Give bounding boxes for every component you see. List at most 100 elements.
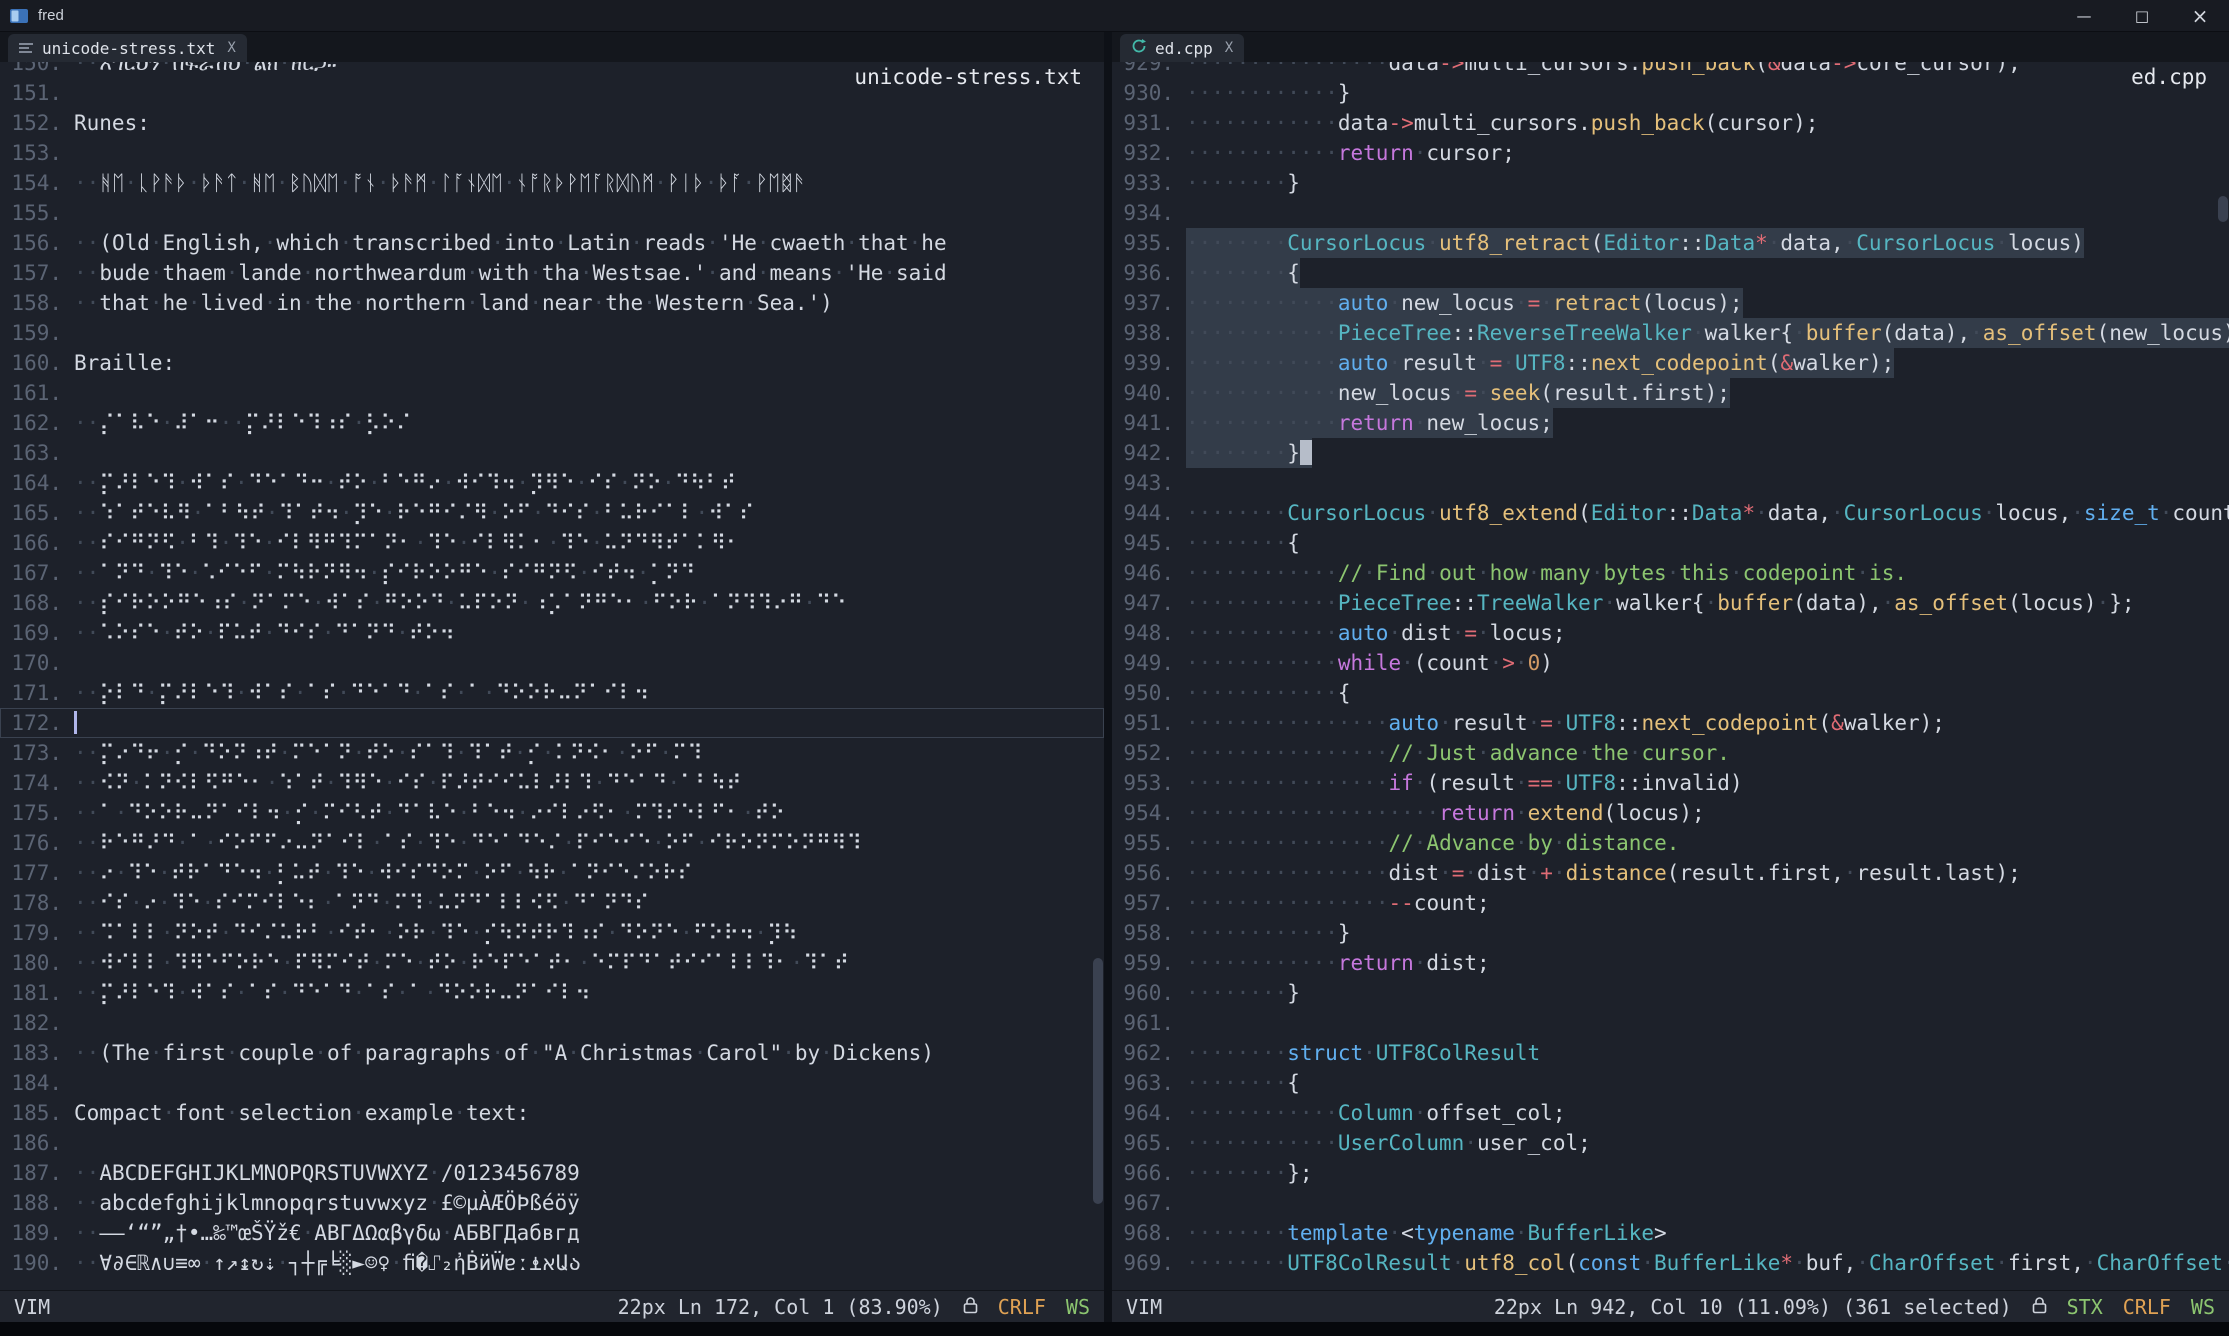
editor-line[interactable]: 958.············} — [1112, 918, 2229, 948]
editor-line[interactable]: 190.··∀∂∈ℝ∧∪≡∞·↑↗↨↻⇣·┐┼╔╘░►☺♀·ﬁ�⑀₂ἠḂӥẄɐː… — [0, 1248, 1104, 1278]
pane-divider[interactable] — [1104, 32, 1112, 1322]
editor-line[interactable]: 179.··⠩⠁⠇⠇·⠝⠕⠞·⠙⠊⠌⠥⠗⠃·⠊⠞⠂·⠕⠗·⠹⠑·⡊⠳⠝⠞⠗⠹⠰⠎… — [0, 918, 1104, 948]
line-number[interactable]: 179. — [6, 918, 62, 948]
line-number[interactable]: 173. — [6, 738, 62, 768]
editor-line[interactable]: 175.··⠁·⠙⠕⠕⠗⠤⠝⠁⠊⠇⠲·⡊·⠍⠊⠣⠞·⠙⠁⠧⠑·⠃⠑⠲·⠔⠊⠇⠔⠫… — [0, 798, 1104, 828]
editor-line[interactable]: 189.··–—‘“”„†•…‰™œŠŸž€·ΑΒΓΔΩαβγδω·АБВГДа… — [0, 1218, 1104, 1248]
editor-line[interactable]: 929.················data->multi_cursors.… — [1112, 62, 2229, 78]
editor-line[interactable]: 950.············{ — [1112, 678, 2229, 708]
editor-line[interactable]: 185.Compact·font·selection·example·text: — [0, 1098, 1104, 1128]
editor-line[interactable]: 965.············UserColumn·user_col; — [1112, 1128, 2229, 1158]
editor-line[interactable]: 930.············} — [1112, 78, 2229, 108]
line-number[interactable]: 171. — [6, 678, 62, 708]
editor-line[interactable]: 931.············data->multi_cursors.push… — [1112, 108, 2229, 138]
editor-line[interactable]: 960.········} — [1112, 978, 2229, 1008]
line-number[interactable]: 946. — [1118, 558, 1174, 588]
editor-line[interactable]: 955.················//·Advance·by·distan… — [1112, 828, 2229, 858]
line-number[interactable]: 940. — [1118, 378, 1174, 408]
editor-line[interactable]: 178.··⠊⠎·⠔·⠹⠑·⠎⠊⠍⠊⠇⠑⠆·⠁⠝⠙·⠍⠹·⠥⠝⠙⠁⠇⠇⠪⠫·⠙⠁… — [0, 888, 1104, 918]
editor-line[interactable]: 945.········{ — [1112, 528, 2229, 558]
editor-line[interactable]: 940.············new_locus·=·seek(result.… — [1112, 378, 2229, 408]
line-number[interactable]: 152. — [6, 108, 62, 138]
tab-close-icon[interactable]: X — [227, 40, 235, 56]
tab-ed-cpp[interactable]: ed.cpp X — [1120, 34, 1244, 62]
editor-line[interactable]: 948.············auto·dist·=·locus; — [1112, 618, 2229, 648]
line-number[interactable]: 174. — [6, 768, 62, 798]
editor-line[interactable]: 153. — [0, 138, 1104, 168]
scrollbar-left[interactable] — [1092, 62, 1104, 1290]
editor-line[interactable]: 957.················--count; — [1112, 888, 2229, 918]
editor-line[interactable]: 160.Braille: — [0, 348, 1104, 378]
editor-line[interactable]: 951.················auto·result·=·UTF8::… — [1112, 708, 2229, 738]
line-number[interactable]: 156. — [6, 228, 62, 258]
editor-line[interactable]: 941.············return·new_locus; — [1112, 408, 2229, 438]
editor-line[interactable]: 172. — [0, 708, 1104, 738]
editor-line[interactable]: 182. — [0, 1008, 1104, 1038]
line-number[interactable]: 175. — [6, 798, 62, 828]
line-number[interactable]: 934. — [1118, 198, 1174, 228]
line-number[interactable]: 161. — [6, 378, 62, 408]
editor-line[interactable]: 158.··that·he·lived·in·the·northern·land… — [0, 288, 1104, 318]
line-number[interactable]: 151. — [6, 78, 62, 108]
scrollbar-thumb[interactable] — [1093, 958, 1103, 1204]
editor-line[interactable]: 935.········CursorLocus·utf8_retract(Edi… — [1112, 228, 2229, 258]
editor-line[interactable]: 954.····················return·extend(lo… — [1112, 798, 2229, 828]
line-number[interactable]: 965. — [1118, 1128, 1174, 1158]
editor-line[interactable]: 159. — [0, 318, 1104, 348]
editor-line[interactable]: 959.············return·dist; — [1112, 948, 2229, 978]
line-number[interactable]: 160. — [6, 348, 62, 378]
line-number[interactable]: 935. — [1118, 228, 1174, 258]
editor-line[interactable]: 180.··⠺⠊⠇⠇·⠹⠻⠑⠋⠕⠗⠑·⠏⠻⠍⠊⠞·⠍⠑·⠞⠕·⠗⠑⠏⠑⠁⠞⠂·⠑… — [0, 948, 1104, 978]
editor-line[interactable]: 943. — [1112, 468, 2229, 498]
line-number[interactable]: 938. — [1118, 318, 1174, 348]
line-number[interactable]: 932. — [1118, 138, 1174, 168]
line-number[interactable]: 960. — [1118, 978, 1174, 1008]
line-number[interactable]: 967. — [1118, 1188, 1174, 1218]
tab-unicode-stress[interactable]: unicode-stress.txt X — [8, 34, 247, 62]
close-button[interactable]: × — [2171, 0, 2229, 32]
editor-line[interactable]: 170. — [0, 648, 1104, 678]
editor-line[interactable]: 932.············return·cursor; — [1112, 138, 2229, 168]
line-number[interactable]: 943. — [1118, 468, 1174, 498]
line-number[interactable]: 153. — [6, 138, 62, 168]
editor-line[interactable]: 967. — [1112, 1188, 2229, 1218]
editor-line[interactable]: 152.Runes: — [0, 108, 1104, 138]
line-number[interactable]: 162. — [6, 408, 62, 438]
line-number[interactable]: 954. — [1118, 798, 1174, 828]
editor-line[interactable]: 161. — [0, 378, 1104, 408]
line-number[interactable]: 963. — [1118, 1068, 1174, 1098]
line-number[interactable]: 186. — [6, 1128, 62, 1158]
editor-line[interactable]: 936.········{ — [1112, 258, 2229, 288]
line-number[interactable]: 169. — [6, 618, 62, 648]
editor-line[interactable]: 157.··bude·thaem·lande·northweardum·with… — [0, 258, 1104, 288]
editor-line[interactable]: 947.············PieceTree::TreeWalker·wa… — [1112, 588, 2229, 618]
line-number[interactable]: 948. — [1118, 618, 1174, 648]
line-number[interactable]: 172. — [6, 708, 62, 738]
line-number[interactable]: 185. — [6, 1098, 62, 1128]
line-number[interactable]: 942. — [1118, 438, 1174, 468]
line-number[interactable]: 956. — [1118, 858, 1174, 888]
line-number[interactable]: 931. — [1118, 108, 1174, 138]
line-number[interactable]: 930. — [1118, 78, 1174, 108]
line-number[interactable]: 955. — [1118, 828, 1174, 858]
line-number[interactable]: 949. — [1118, 648, 1174, 678]
editor-line[interactable]: 964.············Column·offset_col; — [1112, 1098, 2229, 1128]
line-number[interactable]: 929. — [1118, 62, 1174, 78]
editor-line[interactable]: 946.············//·Find·out·how·many·byt… — [1112, 558, 2229, 588]
editor-line[interactable]: 177.··⠔·⠹⠑·⠞⠗⠁⠙⠑⠲·⡃⠥⠞·⠹⠑·⠺⠊⠎⠙⠕⠍·⠕⠋·⠳⠗·⠁⠝… — [0, 858, 1104, 888]
line-number[interactable]: 947. — [1118, 588, 1174, 618]
line-number[interactable]: 188. — [6, 1188, 62, 1218]
line-number[interactable]: 164. — [6, 468, 62, 498]
editor-line[interactable]: 169.··⠡⠕⠎⠑·⠞⠕·⠏⠥⠞·⠙⠊⠎·⠙⠁⠝⠙·⠞⠕⠲ — [0, 618, 1104, 648]
line-number[interactable]: 158. — [6, 288, 62, 318]
editor-line[interactable]: 181.··⡍⠜⠇⠑⠹·⠺⠁⠎·⠁⠎·⠙⠑⠁⠙·⠁⠎·⠁·⠙⠕⠕⠗⠤⠝⠁⠊⠇⠲ — [0, 978, 1104, 1008]
editor-line[interactable]: 162.··⡌⠁⠧⠑·⠼⠁⠒··⡍⠜⠇⠑⠹⠰⠎·⡣⠕⠌ — [0, 408, 1104, 438]
editor-line[interactable]: 183.··(The·first·couple·of·paragraphs·of… — [0, 1038, 1104, 1068]
editor-line[interactable]: 164.··⡍⠜⠇⠑⠹·⠺⠁⠎·⠙⠑⠁⠙⠒·⠞⠕·⠃⠑⠛⠔·⠺⠊⠹⠲·⡹⠻⠑·⠊… — [0, 468, 1104, 498]
line-number[interactable]: 187. — [6, 1158, 62, 1188]
editor-line[interactable]: 963.········{ — [1112, 1068, 2229, 1098]
editor-line[interactable]: 966.········}; — [1112, 1158, 2229, 1188]
scrollbar-right[interactable] — [2217, 62, 2229, 1290]
line-number[interactable]: 936. — [1118, 258, 1174, 288]
line-number[interactable]: 183. — [6, 1038, 62, 1068]
